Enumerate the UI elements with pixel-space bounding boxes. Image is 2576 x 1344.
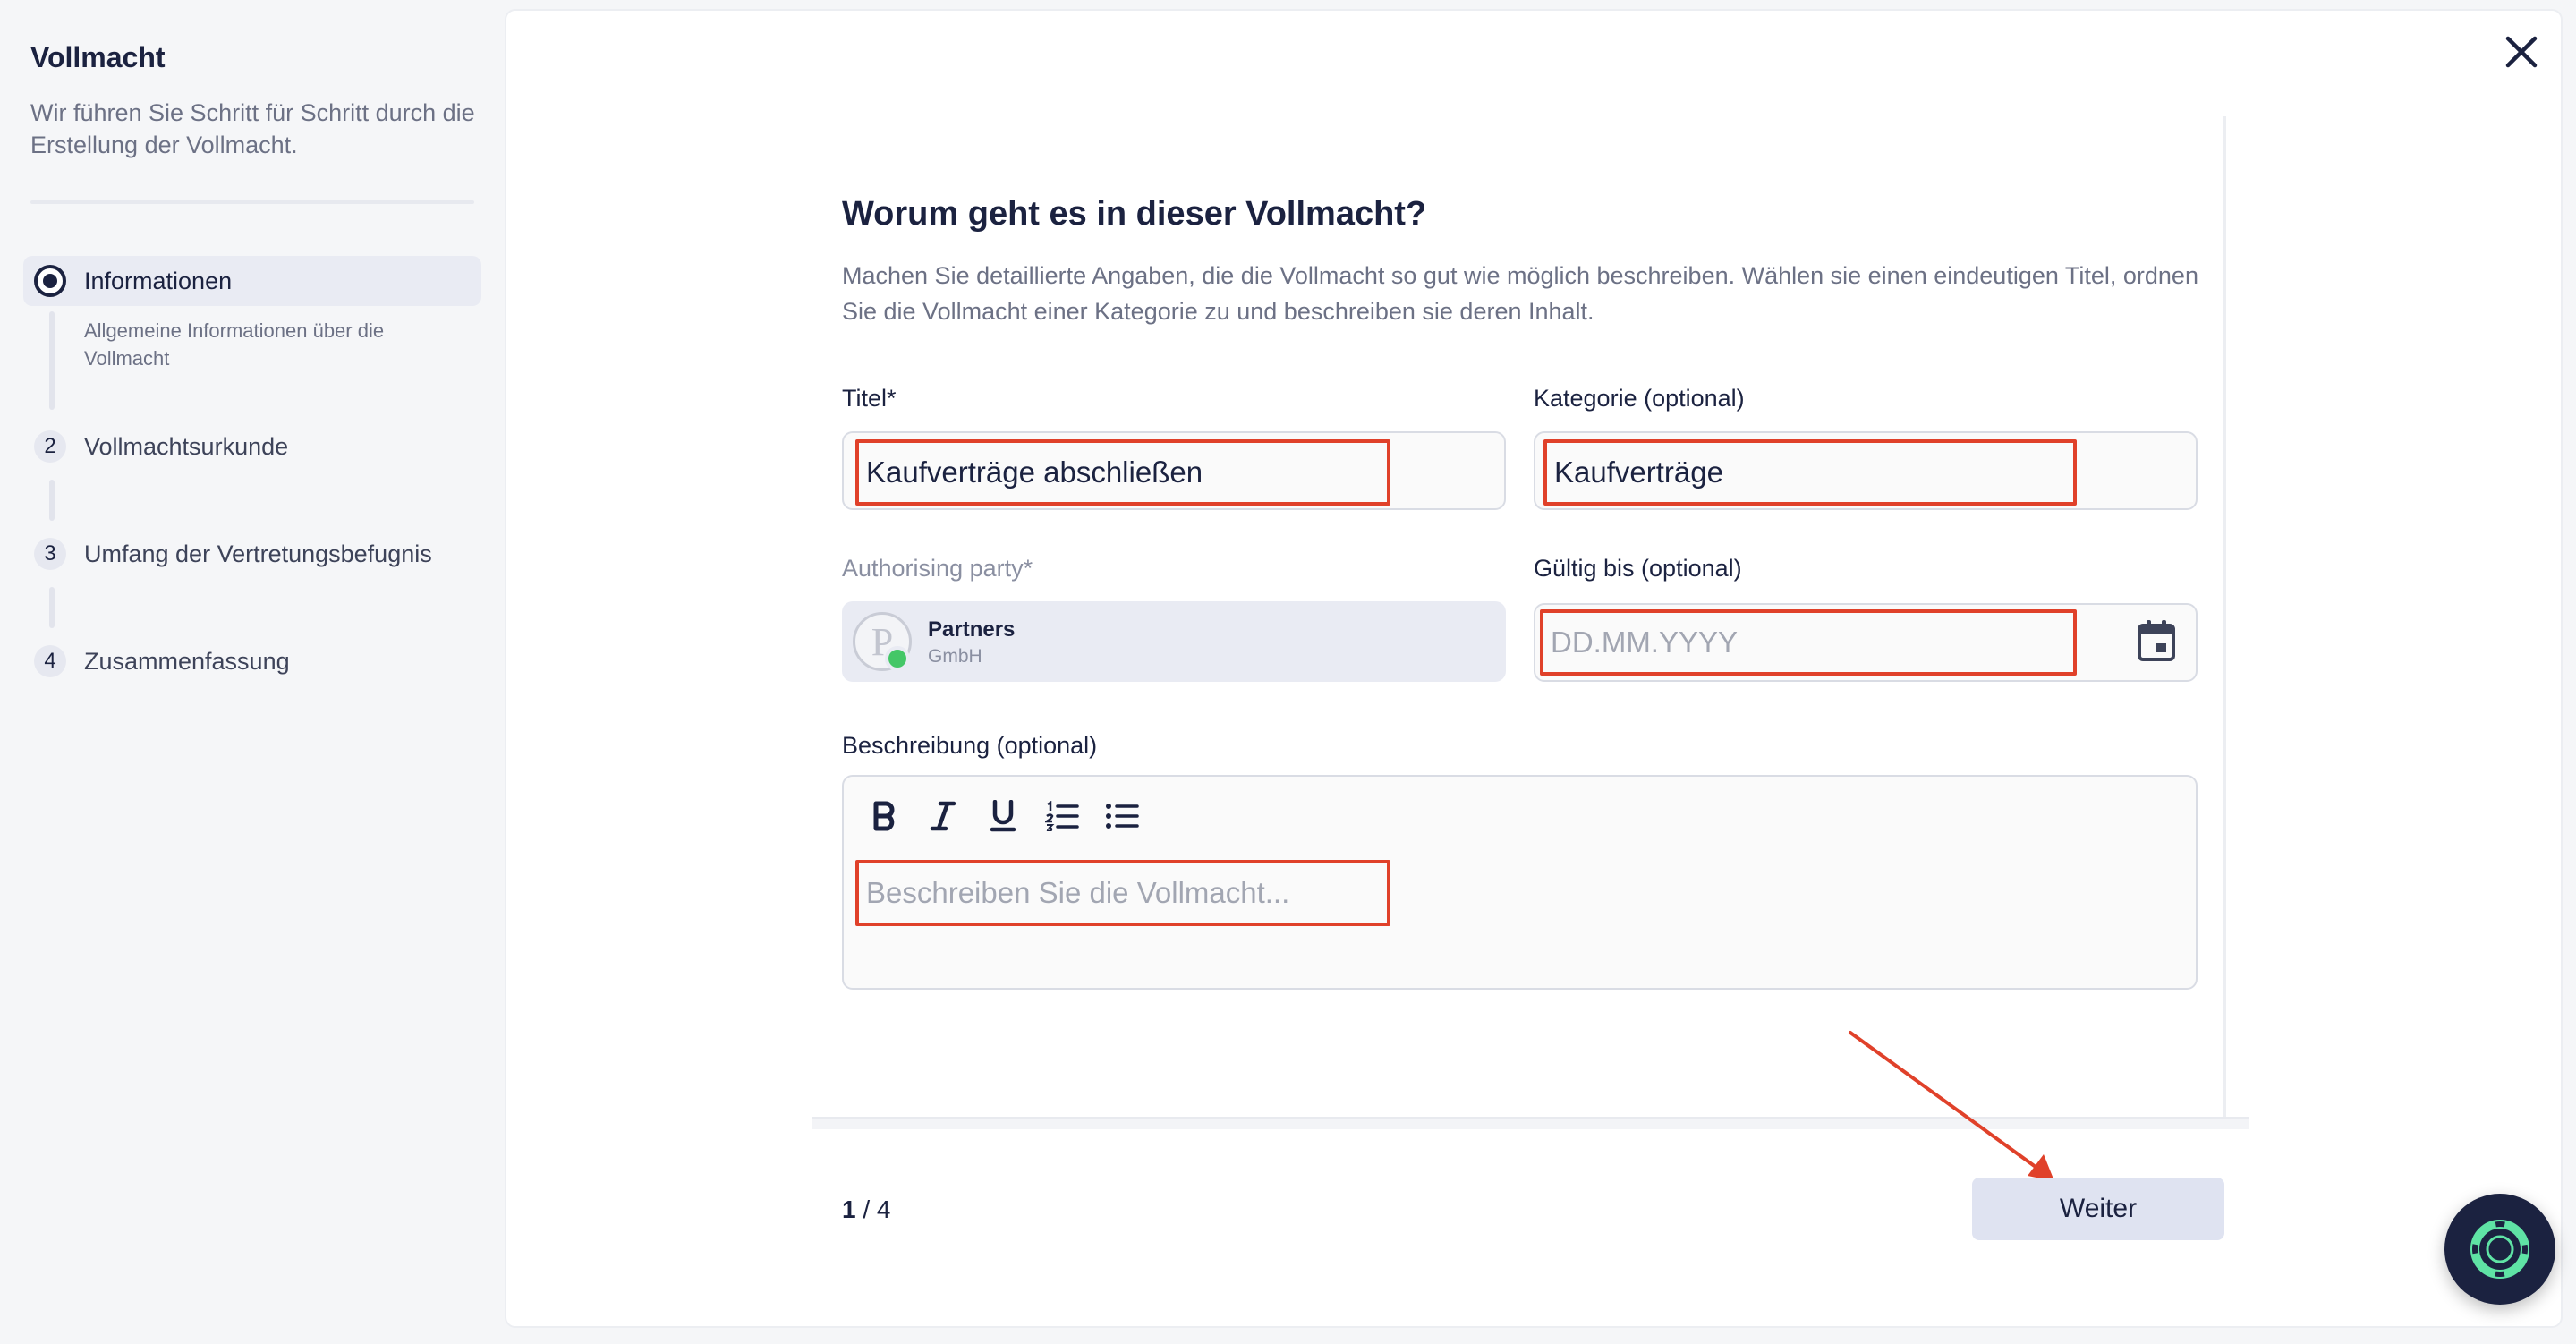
step-vollmachtsurkunde[interactable]: 2 Vollmachtsurkunde — [23, 421, 481, 472]
lifebuoy-icon — [2470, 1220, 2529, 1279]
step-zusammenfassung[interactable]: 4 Zusammenfassung — [23, 636, 481, 686]
category-label: Kategorie (optional) — [1534, 385, 1745, 412]
category-input[interactable]: Kaufverträge — [1543, 439, 2077, 506]
page-current: 1 — [842, 1195, 856, 1223]
bullet-list-icon — [1106, 804, 1139, 829]
authorising-party-selector[interactable]: P Partners GmbH — [842, 601, 1506, 682]
sidebar-title: Vollmacht — [30, 41, 166, 73]
wizard-sidebar: Vollmacht Wir führen Sie Schritt für Sch… — [0, 0, 501, 1344]
bold-icon — [873, 801, 895, 831]
step-informationen[interactable]: Informationen — [23, 256, 481, 306]
sidebar-subtitle: Wir führen Sie Schritt für Schritt durch… — [30, 99, 475, 158]
title-label: Titel* — [842, 385, 897, 412]
step-connector — [49, 311, 55, 410]
description-input[interactable]: Beschreiben Sie die Vollmacht... — [855, 860, 1390, 926]
calendar-icon — [2138, 620, 2175, 661]
party-subtitle: GmbH — [928, 646, 982, 667]
step-connector — [49, 480, 55, 521]
bullet-list-button[interactable] — [1102, 796, 1142, 836]
online-status-dot — [885, 646, 910, 671]
ordered-list-icon — [1045, 801, 1079, 831]
step-number: 3 — [34, 538, 66, 570]
step-label: Umfang der Vertretungsbefugnis — [84, 540, 432, 567]
bold-button[interactable] — [864, 796, 904, 836]
step-description: Allgemeine Informationen über die Vollma… — [84, 319, 385, 370]
sidebar-divider — [30, 200, 474, 204]
close-icon — [2505, 36, 2538, 68]
close-button[interactable] — [2502, 32, 2541, 72]
step-number: 2 — [34, 430, 66, 463]
step-label: Vollmachtsurkunde — [84, 432, 289, 460]
step-number: 4 — [34, 645, 66, 677]
italic-icon — [930, 801, 956, 831]
form-description: Machen Sie detaillierte Angaben, die die… — [842, 262, 2198, 325]
step-label: Zusammenfassung — [84, 647, 290, 675]
page-indicator: 1 / 4 — [842, 1195, 891, 1224]
italic-button[interactable] — [923, 796, 963, 836]
party-name: Partners — [928, 617, 1016, 642]
help-button[interactable] — [2444, 1194, 2555, 1305]
step-umfang[interactable]: 3 Umfang der Vertretungsbefugnis — [23, 529, 481, 579]
calendar-button[interactable] — [2135, 617, 2178, 664]
underline-button[interactable] — [983, 796, 1023, 836]
valid-until-label: Gültig bis (optional) — [1534, 555, 1742, 582]
next-button[interactable]: Weiter — [1972, 1178, 2224, 1240]
step-label: Informationen — [84, 267, 233, 294]
page-total: / 4 — [855, 1195, 891, 1223]
underline-icon — [990, 800, 1016, 832]
form-heading: Worum geht es in dieser Vollmacht? — [842, 195, 1427, 233]
valid-until-input[interactable]: DD.MM.YYYY — [1540, 609, 2077, 676]
scrollbar-track[interactable] — [2223, 116, 2226, 1120]
title-input[interactable]: Kaufverträge abschließen — [855, 439, 1390, 506]
step-connector — [49, 587, 55, 628]
active-step-radio-icon — [34, 265, 66, 297]
annotation-arrow — [1849, 1031, 2054, 1181]
description-label: Beschreibung (optional) — [842, 732, 1098, 759]
party-label: Authorising party* — [842, 555, 1033, 582]
ordered-list-button[interactable] — [1042, 796, 1082, 836]
